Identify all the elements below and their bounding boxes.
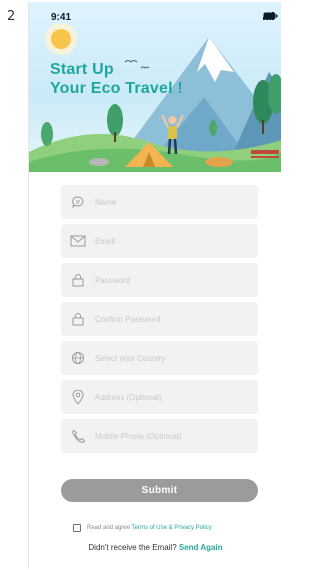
privacy-policy-link[interactable]: Privacy Policy [174,525,211,531]
resend-email-row: Didn't receive the Email? Send Again [29,543,281,552]
agree-checkbox[interactable] [73,524,81,532]
status-icons [263,12,278,20]
signup-form [61,185,258,458]
envelope-icon [61,224,95,258]
country-field[interactable] [61,341,258,375]
password-input[interactable] [95,275,245,285]
confirm-password-input[interactable] [95,314,245,324]
agree-prefix: Read and agree [87,525,131,531]
country-select[interactable] [95,353,245,363]
hero-illustration: 9:41 Start Up Your Eco Travel ! [29,2,281,172]
hero-title: Start Up Your Eco Travel ! [50,60,183,98]
address-input[interactable] [95,392,245,402]
phone-screen: 9:41 Start Up Your Eco Travel ! Name Ema… [28,2,281,569]
phone-icon [61,419,95,453]
name-input[interactable] [95,197,245,207]
address-field[interactable] [61,380,258,414]
terms-agreement: Read and agree Terms of Use & Privacy Po… [73,524,212,532]
battery-icon [263,12,278,20]
lock-icon [61,263,95,297]
terms-of-use-link[interactable]: Terms of Use [132,525,167,531]
page-index-number: 2 [7,9,16,24]
password-field[interactable] [61,263,258,297]
mobile-phone-input[interactable] [95,431,245,441]
hero-title-line2: Your Eco Travel ! [50,80,183,97]
email-field[interactable] [61,224,258,258]
resend-text: Didn't receive the Email? [88,543,177,552]
chat-bubble-icon [61,185,95,219]
name-field[interactable] [61,185,258,219]
confirm-password-field[interactable] [61,302,258,336]
lock-icon [61,302,95,336]
mobile-phone-field[interactable] [61,419,258,453]
email-input[interactable] [95,236,245,246]
status-time: 9:41 [51,12,72,23]
hero-title-line1: Start Up [50,61,114,78]
location-pin-icon [61,380,95,414]
agree-text: Read and agree Terms of Use & Privacy Po… [87,525,212,531]
submit-button[interactable]: Submit [61,479,258,502]
send-again-link[interactable]: Send Again [179,543,223,552]
agree-ampersand: & [168,525,173,531]
globe-icon [61,341,95,375]
